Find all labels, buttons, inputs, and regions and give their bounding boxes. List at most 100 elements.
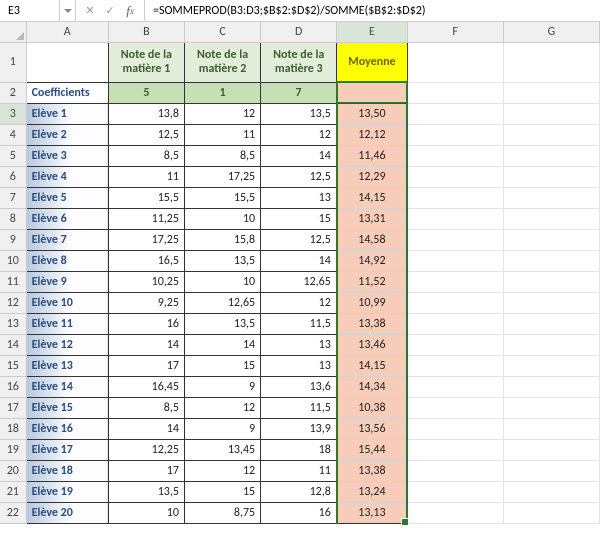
cell-F10[interactable] [407,250,503,271]
cell-F8[interactable] [407,208,503,229]
cell-G15[interactable] [503,355,599,376]
cell-D10[interactable]: 14 [261,250,337,271]
cell-G13[interactable] [503,313,599,334]
student-label[interactable]: Elève 6 [26,208,108,229]
cell-E15[interactable]: 14,15 [337,355,407,376]
row-header-3[interactable]: 3 [0,103,26,124]
col-header-B[interactable]: B [108,22,184,42]
row-header-14[interactable]: 14 [0,334,26,355]
cell-D11[interactable]: 12,65 [261,271,337,292]
cell-D17[interactable]: 11,5 [261,397,337,418]
cell-C15[interactable]: 15 [184,355,260,376]
header-C[interactable]: Note de la matière 2 [184,42,260,82]
cell-F21[interactable] [407,481,503,502]
cell-G19[interactable] [503,439,599,460]
student-label[interactable]: Elève 7 [26,229,108,250]
cell-B19[interactable]: 12,25 [108,439,184,460]
student-label[interactable]: Elève 1 [26,103,108,124]
cell-B3[interactable]: 13,8 [108,103,184,124]
coef-B[interactable]: 5 [108,82,184,103]
cell-D20[interactable]: 11 [261,460,337,481]
cell-F12[interactable] [407,292,503,313]
cell-E4[interactable]: 12,12 [337,124,407,145]
cell-G10[interactable] [503,250,599,271]
student-label[interactable]: Elève 15 [26,397,108,418]
coefficients-label[interactable]: Coefficients [26,82,108,103]
row-header-4[interactable]: 4 [0,124,26,145]
cell-F2[interactable] [407,82,503,103]
cell-E19[interactable]: 15,44 [337,439,407,460]
cell-D5[interactable]: 14 [261,145,337,166]
cell-C7[interactable]: 15,5 [184,187,260,208]
cell-C9[interactable]: 15,8 [184,229,260,250]
cell-C8[interactable]: 10 [184,208,260,229]
cell-G1[interactable] [503,42,599,82]
cell-E12[interactable]: 10,99 [337,292,407,313]
row-header-2[interactable]: 2 [0,82,26,103]
cell-D13[interactable]: 11,5 [261,313,337,334]
header-E[interactable]: Moyenne [337,42,407,82]
cell-D12[interactable]: 12 [261,292,337,313]
cell-F1[interactable] [407,42,503,82]
row-header-1[interactable]: 1 [0,42,26,82]
cell-D4[interactable]: 12 [261,124,337,145]
cell-B13[interactable]: 16 [108,313,184,334]
fx-icon[interactable]: fx [120,1,140,21]
cell-C6[interactable]: 17,25 [184,166,260,187]
cell-G7[interactable] [503,187,599,208]
cell-B18[interactable]: 14 [108,418,184,439]
cell-D22[interactable]: 16 [261,502,337,523]
coef-C[interactable]: 1 [184,82,260,103]
cell-C14[interactable]: 14 [184,334,260,355]
cell-G21[interactable] [503,481,599,502]
student-label[interactable]: Elève 3 [26,145,108,166]
cell-F15[interactable] [407,355,503,376]
col-header-E[interactable]: E [337,22,407,42]
student-label[interactable]: Elève 19 [26,481,108,502]
row-header-21[interactable]: 21 [0,481,26,502]
row-header-11[interactable]: 11 [0,271,26,292]
cell-F3[interactable] [407,103,503,124]
row-header-6[interactable]: 6 [0,166,26,187]
cell-G12[interactable] [503,292,599,313]
student-label[interactable]: Elève 11 [26,313,108,334]
student-label[interactable]: Elève 14 [26,376,108,397]
cell-D3[interactable]: 13,5 [261,103,337,124]
cell-D19[interactable]: 18 [261,439,337,460]
cell-G2[interactable] [503,82,599,103]
col-header-D[interactable]: D [261,22,337,42]
col-header-G[interactable]: G [503,22,599,42]
cell-G16[interactable] [503,376,599,397]
cell-D15[interactable]: 13 [261,355,337,376]
cell-G8[interactable] [503,208,599,229]
cell-F13[interactable] [407,313,503,334]
student-label[interactable]: Elève 2 [26,124,108,145]
cell-G14[interactable] [503,334,599,355]
cell-G5[interactable] [503,145,599,166]
student-label[interactable]: Elève 4 [26,166,108,187]
cell-G11[interactable] [503,271,599,292]
cell-E7[interactable]: 14,15 [337,187,407,208]
student-label[interactable]: Elève 9 [26,271,108,292]
row-header-12[interactable]: 12 [0,292,26,313]
cell-C10[interactable]: 13,5 [184,250,260,271]
cell-D6[interactable]: 12,5 [261,166,337,187]
row-header-10[interactable]: 10 [0,250,26,271]
cell-C20[interactable]: 12 [184,460,260,481]
cell-G9[interactable] [503,229,599,250]
coef-D[interactable]: 7 [261,82,337,103]
cell-G22[interactable] [503,502,599,523]
cell-B12[interactable]: 9,25 [108,292,184,313]
cell-E9[interactable]: 14,58 [337,229,407,250]
cell-C19[interactable]: 13,45 [184,439,260,460]
cell-C17[interactable]: 12 [184,397,260,418]
row-header-16[interactable]: 16 [0,376,26,397]
cell-B11[interactable]: 10,25 [108,271,184,292]
cell-E5[interactable]: 11,46 [337,145,407,166]
cell-E13[interactable]: 13,38 [337,313,407,334]
cell-E11[interactable]: 11,52 [337,271,407,292]
student-label[interactable]: Elève 17 [26,439,108,460]
cell-D9[interactable]: 12,5 [261,229,337,250]
cell-C21[interactable]: 15 [184,481,260,502]
cell-B22[interactable]: 10 [108,502,184,523]
